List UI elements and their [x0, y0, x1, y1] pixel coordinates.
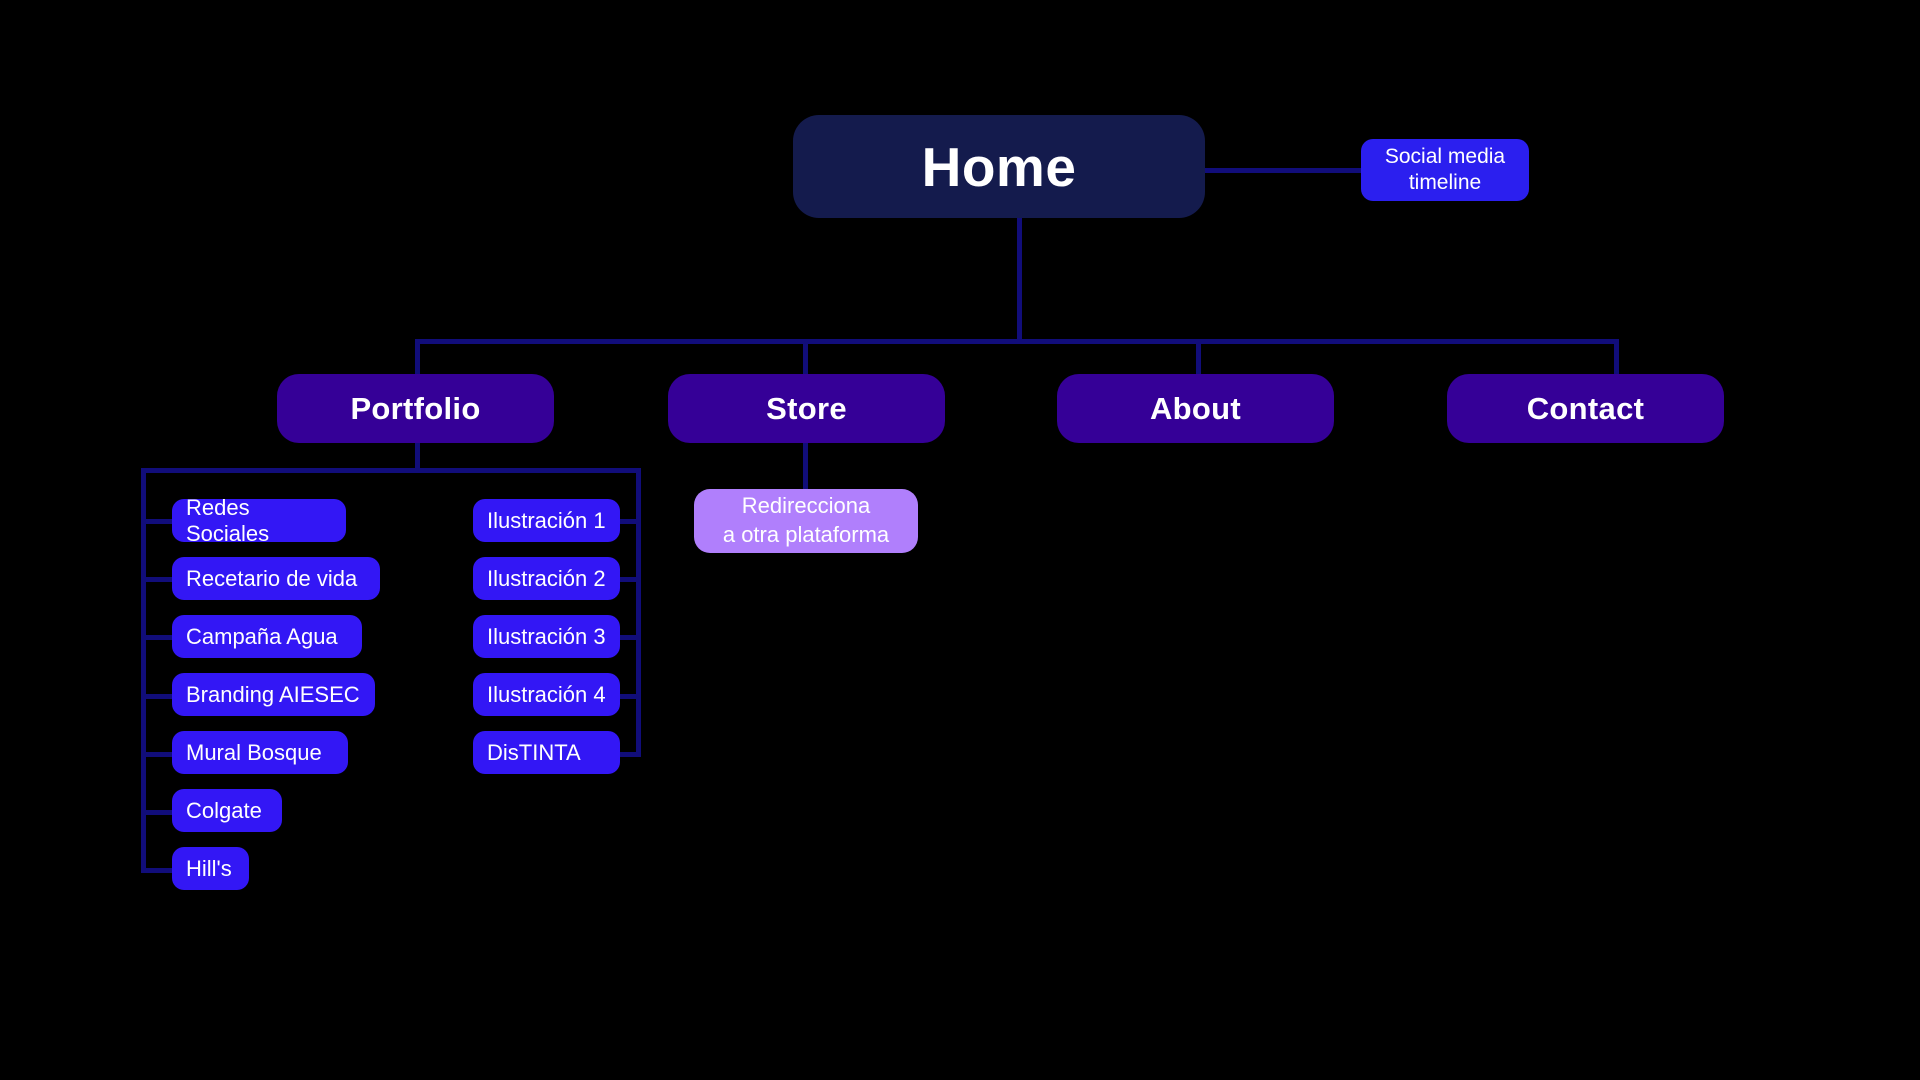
connector-stub-left-1	[141, 519, 173, 524]
node-hills[interactable]: Hill's	[172, 847, 249, 890]
connector-portfolio-bus	[141, 468, 641, 473]
leaf-label: Ilustración 3	[487, 623, 606, 649]
leaf-label: Branding AIESEC	[186, 681, 360, 707]
leaf-label: Hill's	[186, 855, 232, 881]
redirect-note-line-1: Redirecciona	[741, 493, 871, 519]
node-ilustracion-1[interactable]: Ilustración 1	[473, 499, 620, 542]
node-distinta[interactable]: DisTINTA	[473, 731, 620, 774]
node-home-label: Home	[921, 135, 1077, 198]
connector-stub-left-6	[141, 810, 173, 815]
leaf-label: Recetario de vida	[186, 565, 358, 591]
connector-portfolio-stem	[415, 443, 420, 471]
connector-drop-contact	[1614, 339, 1619, 374]
leaf-label: Colgate	[186, 797, 262, 823]
connector-stub-left-3	[141, 635, 173, 640]
connector-drop-about	[1196, 339, 1201, 374]
node-store-label: Store	[766, 390, 847, 426]
node-home[interactable]: Home	[793, 115, 1205, 218]
node-ilustracion-4[interactable]: Ilustración 4	[473, 673, 620, 716]
node-contact-label: Contact	[1526, 390, 1645, 426]
node-ilustracion-3[interactable]: Ilustración 3	[473, 615, 620, 658]
node-recetario-de-vida[interactable]: Recetario de vida	[172, 557, 380, 600]
connector-stub-left-5	[141, 752, 173, 757]
leaf-label: Ilustración 1	[487, 507, 606, 533]
connector-store-to-redirect	[803, 443, 808, 490]
social-note-line-2: timeline	[1408, 171, 1482, 194]
node-mural-bosque[interactable]: Mural Bosque	[172, 731, 348, 774]
connector-home-stem	[1017, 218, 1022, 341]
node-about[interactable]: About	[1057, 374, 1334, 443]
leaf-label: Ilustración 2	[487, 565, 606, 591]
node-portfolio-label: Portfolio	[350, 390, 481, 426]
leaf-label: Redes Sociales	[186, 494, 270, 546]
connector-main-bus	[415, 339, 1619, 344]
connector-home-to-social	[1203, 168, 1363, 173]
connector-right-rail	[636, 468, 641, 756]
node-branding-aiesec[interactable]: Branding AIESEC	[172, 673, 375, 716]
leaf-label: Campaña Agua	[186, 623, 338, 649]
leaf-label: DisTINTA	[487, 739, 581, 765]
node-store[interactable]: Store	[668, 374, 945, 443]
node-contact[interactable]: Contact	[1447, 374, 1724, 443]
node-campana-agua[interactable]: Campaña Agua	[172, 615, 362, 658]
connector-stub-left-7	[141, 868, 173, 873]
node-portfolio[interactable]: Portfolio	[277, 374, 554, 443]
node-redes-sociales[interactable]: Redes Sociales	[172, 495, 346, 546]
node-ilustracion-2[interactable]: Ilustración 2	[473, 557, 620, 600]
connector-drop-store	[803, 339, 808, 374]
connector-drop-portfolio	[415, 339, 420, 374]
node-store-redirect-note[interactable]: Redirecciona a otra plataforma	[694, 489, 918, 553]
node-social-media-timeline[interactable]: Social media timeline	[1361, 139, 1529, 201]
connector-stub-left-2	[141, 577, 173, 582]
leaf-label: Ilustración 4	[487, 681, 606, 707]
redirect-note-line-2: a otra plataforma	[722, 522, 890, 547]
connector-stub-left-4	[141, 694, 173, 699]
node-colgate[interactable]: Colgate	[172, 789, 282, 832]
leaf-label: Mural Bosque	[186, 739, 322, 765]
social-note-line-1: Social media	[1384, 144, 1506, 168]
sitemap-diagram: Home Social media timeline Portfolio Sto…	[0, 0, 1920, 1080]
node-about-label: About	[1149, 390, 1242, 426]
